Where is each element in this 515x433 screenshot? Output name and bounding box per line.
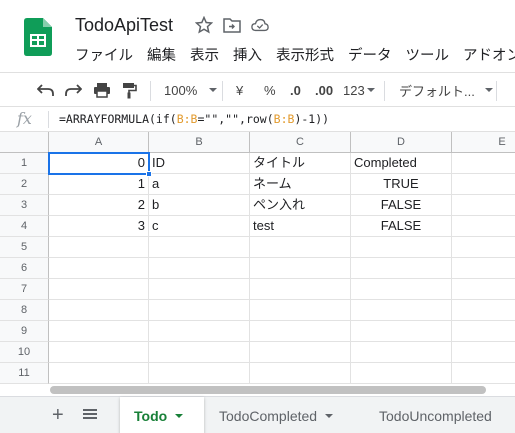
row-header-4[interactable]: 4 (0, 216, 49, 237)
formula-bar: fx =ARRAYFORMULA(if(B:B="","",row(B:B)-1… (0, 106, 515, 132)
cell-e2[interactable] (452, 174, 515, 195)
cloud-status-icon[interactable] (251, 16, 269, 34)
tab-todocompleted-label: TodoCompleted (219, 407, 318, 424)
paint-format-icon[interactable] (121, 73, 137, 107)
cell-a2[interactable]: 1 (49, 174, 149, 195)
sheet-tab-bar: + Todo TodoCompleted TodoUncompleted (0, 396, 515, 433)
menu-view[interactable]: 表示 (190, 44, 219, 65)
cell-a3[interactable]: 2 (49, 195, 149, 216)
column-header-c[interactable]: C (250, 132, 351, 153)
menu-addons[interactable]: アドオン (463, 44, 515, 65)
fx-icon: fx (17, 109, 32, 128)
increase-decimal-button[interactable]: .00 (315, 73, 333, 107)
cell-b1[interactable]: ID (149, 153, 250, 174)
zoom-value: 100% (164, 82, 198, 98)
cell-d1[interactable]: Completed (351, 153, 452, 174)
cell-e1[interactable] (452, 153, 515, 174)
cell-d4[interactable]: FALSE (351, 216, 452, 237)
row-header-5[interactable]: 5 (0, 237, 49, 258)
formula-input[interactable]: =ARRAYFORMULA(if(B:B="","",row(B:B)-1)) (59, 112, 329, 126)
column-header-a[interactable]: A (49, 132, 149, 153)
column-header-d[interactable]: D (351, 132, 452, 153)
percent-format-button[interactable]: % (264, 73, 276, 107)
row-header-8[interactable]: 8 (0, 300, 49, 321)
row-header-11[interactable]: 11 (0, 363, 49, 384)
menu-format[interactable]: 表示形式 (276, 44, 334, 65)
star-icon[interactable] (195, 16, 213, 34)
active-cell-selection (48, 152, 150, 175)
tab-todouncompleted-label: TodoUncompleted (379, 407, 492, 424)
undo-icon[interactable] (37, 73, 55, 107)
chevron-down-icon (175, 413, 184, 418)
google-sheets-icon[interactable] (24, 18, 52, 56)
cell-c3[interactable]: ペン入れ (250, 195, 351, 216)
row-header-2[interactable]: 2 (0, 174, 49, 195)
cell-c4[interactable]: test (250, 216, 351, 237)
cell-b3[interactable]: b (149, 195, 250, 216)
print-icon[interactable] (93, 73, 111, 107)
spreadsheet-grid: A B C D E 1 2 3 4 5 6 7 8 9 10 11 0 ID タ… (0, 132, 515, 384)
select-all-corner[interactable] (0, 132, 49, 153)
chevron-down-icon (209, 88, 218, 92)
tab-todocompleted[interactable]: TodoCompleted (205, 397, 363, 433)
row-header-10[interactable]: 10 (0, 342, 49, 363)
cell-d2[interactable]: TRUE (351, 174, 452, 195)
cell-c1[interactable]: タイトル (250, 153, 351, 174)
row-header-3[interactable]: 3 (0, 195, 49, 216)
font-family-select[interactable]: デフォルト... (399, 73, 493, 107)
cell-e3[interactable] (452, 195, 515, 216)
row-header-9[interactable]: 9 (0, 321, 49, 342)
tab-todouncompleted[interactable]: TodoUncompleted (365, 397, 515, 433)
app-header: TodoApiTest ファイル 編集 表示 挿入 表示形式 データ ツール ア… (0, 0, 515, 72)
document-title[interactable]: TodoApiTest (75, 15, 173, 36)
chevron-down-icon (484, 88, 493, 92)
row-header-6[interactable]: 6 (0, 258, 49, 279)
redo-icon[interactable] (64, 73, 82, 107)
more-formats-button[interactable]: 123 (343, 73, 375, 107)
chevron-down-icon (325, 413, 334, 418)
fill-handle[interactable] (146, 171, 152, 177)
row-header-1[interactable]: 1 (0, 153, 49, 174)
menu-data[interactable]: データ (348, 44, 392, 65)
cell-b2[interactable]: a (149, 174, 250, 195)
menu-tools[interactable]: ツール (406, 44, 450, 65)
horizontal-scrollbar[interactable] (0, 384, 515, 396)
cell-d3[interactable]: FALSE (351, 195, 452, 216)
zoom-select[interactable]: 100% (164, 73, 218, 107)
currency-format-button[interactable]: ¥ (236, 73, 243, 107)
cell-b4[interactable]: c (149, 216, 250, 237)
menu-insert[interactable]: 挿入 (233, 44, 262, 65)
plus-icon[interactable]: + (52, 405, 64, 425)
all-sheets-icon[interactable] (83, 407, 97, 421)
row-header-7[interactable]: 7 (0, 279, 49, 300)
font-family-value: デフォルト... (399, 83, 475, 99)
column-header-e[interactable]: E (452, 132, 515, 153)
cell-c2[interactable]: ネーム (250, 174, 351, 195)
move-to-folder-icon[interactable] (223, 16, 241, 34)
cell-a4[interactable]: 3 (49, 216, 149, 237)
cell-e4[interactable] (452, 216, 515, 237)
column-header-b[interactable]: B (149, 132, 250, 153)
menu-file[interactable]: ファイル (75, 44, 133, 65)
decrease-decimal-button[interactable]: .0 (290, 73, 301, 107)
menu-edit[interactable]: 編集 (147, 44, 176, 65)
menu-bar: ファイル 編集 表示 挿入 表示形式 データ ツール アドオン (75, 44, 515, 65)
tab-todo[interactable]: Todo (120, 397, 204, 433)
chevron-down-icon (366, 88, 375, 92)
tab-todo-label: Todo (134, 407, 168, 424)
scrollbar-thumb[interactable] (50, 386, 486, 394)
toolbar: 100% ¥ % .0 .00 123 デフォルト... (0, 72, 515, 106)
